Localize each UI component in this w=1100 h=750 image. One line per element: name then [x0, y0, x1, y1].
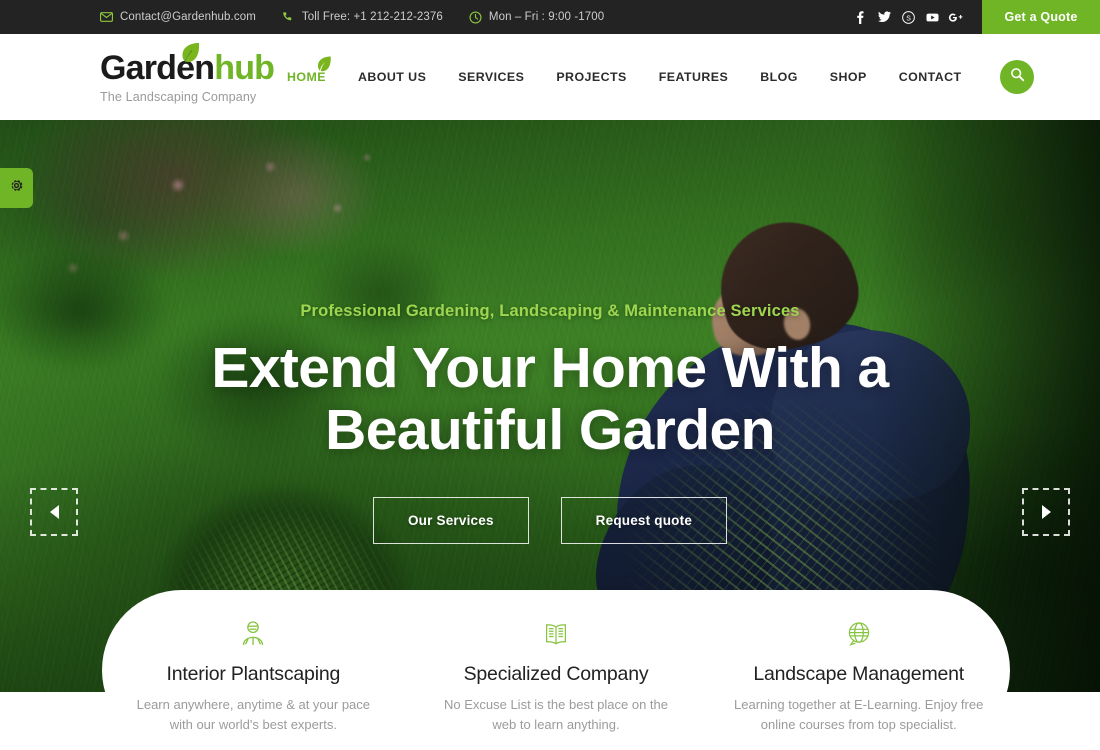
clock-icon [469, 10, 482, 24]
logo[interactable]: Gardenhub The Landscaping Company [0, 42, 275, 104]
main-navigation: HOME ABOUT US SERVICES PROJECTS FEATURES… [271, 56, 978, 84]
hero-buttons: Our Services Request quote [372, 497, 728, 545]
chevron-right-icon [1041, 505, 1051, 519]
business-hours-text: Mon – Fri : 9:00 -1700 [488, 11, 605, 23]
phone-number-text: Toll Free: +1 212-212-2376 [301, 11, 443, 23]
leaf-icon [176, 39, 202, 73]
top-bar-contact-group: Contact@Gardenhub.com Toll Free: +1 212-… [0, 10, 605, 24]
nav-item-shop[interactable]: SHOP [814, 70, 883, 84]
leaf-icon [313, 55, 333, 78]
phone-number[interactable]: Toll Free: +1 212-212-2376 [282, 11, 443, 24]
next-slide-arrow[interactable] [1022, 488, 1070, 536]
feature-card-specialized-company[interactable]: Specialized Company No Excuse List is th… [405, 590, 708, 750]
facebook-icon[interactable] [848, 0, 872, 34]
get-a-quote-button[interactable]: Get a Quote [982, 0, 1100, 34]
logo-tagline: The Landscaping Company [100, 89, 257, 104]
search-button[interactable] [1000, 60, 1034, 94]
nav-item-projects[interactable]: PROJECTS [540, 70, 642, 84]
request-quote-button[interactable]: Request quote [560, 497, 728, 545]
logo-wordmark: Gardenhub [100, 42, 275, 87]
skype-icon[interactable]: S [896, 0, 920, 34]
feature-description: Learn anywhere, anytime & at your pace w… [136, 697, 371, 733]
envelope-icon [100, 11, 113, 24]
prev-slide-arrow[interactable] [30, 488, 78, 536]
hero-title-line-2: Beautiful Garden [325, 397, 775, 462]
site-header: Gardenhub The Landscaping Company HOME A… [0, 34, 1100, 120]
svg-text:S: S [906, 15, 911, 22]
feature-title: Interior Plantscaping [166, 663, 341, 685]
nav-item-home[interactable]: HOME [271, 56, 342, 84]
top-bar-right-group: S Get a Quote [848, 0, 1100, 34]
nav-item-features[interactable]: FEATURES [643, 70, 744, 84]
feature-description: No Excuse List is the best place on the … [443, 697, 668, 733]
feature-description: Learning together at E-Learning. Enjoy f… [734, 697, 984, 733]
feature-card-landscape-management[interactable]: Landscape Management Learning together a… [707, 590, 1010, 750]
contact-email-text: Contact@Gardenhub.com [120, 11, 256, 23]
top-bar: Contact@Gardenhub.com Toll Free: +1 212-… [0, 0, 1100, 34]
nav-item-contact[interactable]: CONTACT [883, 70, 978, 84]
hero-subtitle: Professional Gardening, Landscaping & Ma… [300, 302, 800, 320]
nav-item-about-us[interactable]: ABOUT US [342, 70, 442, 84]
open-book-icon [541, 616, 571, 652]
nav-item-blog[interactable]: BLOG [744, 70, 814, 84]
chevron-left-icon [49, 505, 59, 519]
our-services-button[interactable]: Our Services [372, 497, 529, 545]
nav-item-services[interactable]: SERVICES [442, 70, 540, 84]
feature-panel: Interior Plantscaping Learn anywhere, an… [102, 590, 1010, 750]
feature-title: Landscape Management [753, 663, 964, 685]
globe-icon [844, 616, 874, 652]
hero-title-line-1: Extend Your Home With a [211, 336, 889, 400]
google-plus-icon[interactable] [944, 0, 968, 34]
logo-text-hub: hub [214, 48, 275, 87]
gardener-person-icon [237, 616, 269, 652]
feature-card-interior-plantscaping[interactable]: Interior Plantscaping Learn anywhere, an… [102, 590, 405, 750]
hero-title: Extend Your Home With a Beautiful Garden [211, 336, 889, 462]
search-icon [1010, 67, 1025, 87]
social-links: S [848, 0, 968, 34]
phone-icon [282, 11, 295, 24]
youtube-icon[interactable] [920, 0, 944, 34]
feature-title: Specialized Company [463, 663, 649, 685]
gear-icon [9, 178, 24, 198]
business-hours: Mon – Fri : 9:00 -1700 [469, 10, 605, 24]
theme-settings-button[interactable] [0, 168, 33, 208]
contact-email[interactable]: Contact@Gardenhub.com [100, 11, 256, 24]
twitter-icon[interactable] [872, 0, 896, 34]
